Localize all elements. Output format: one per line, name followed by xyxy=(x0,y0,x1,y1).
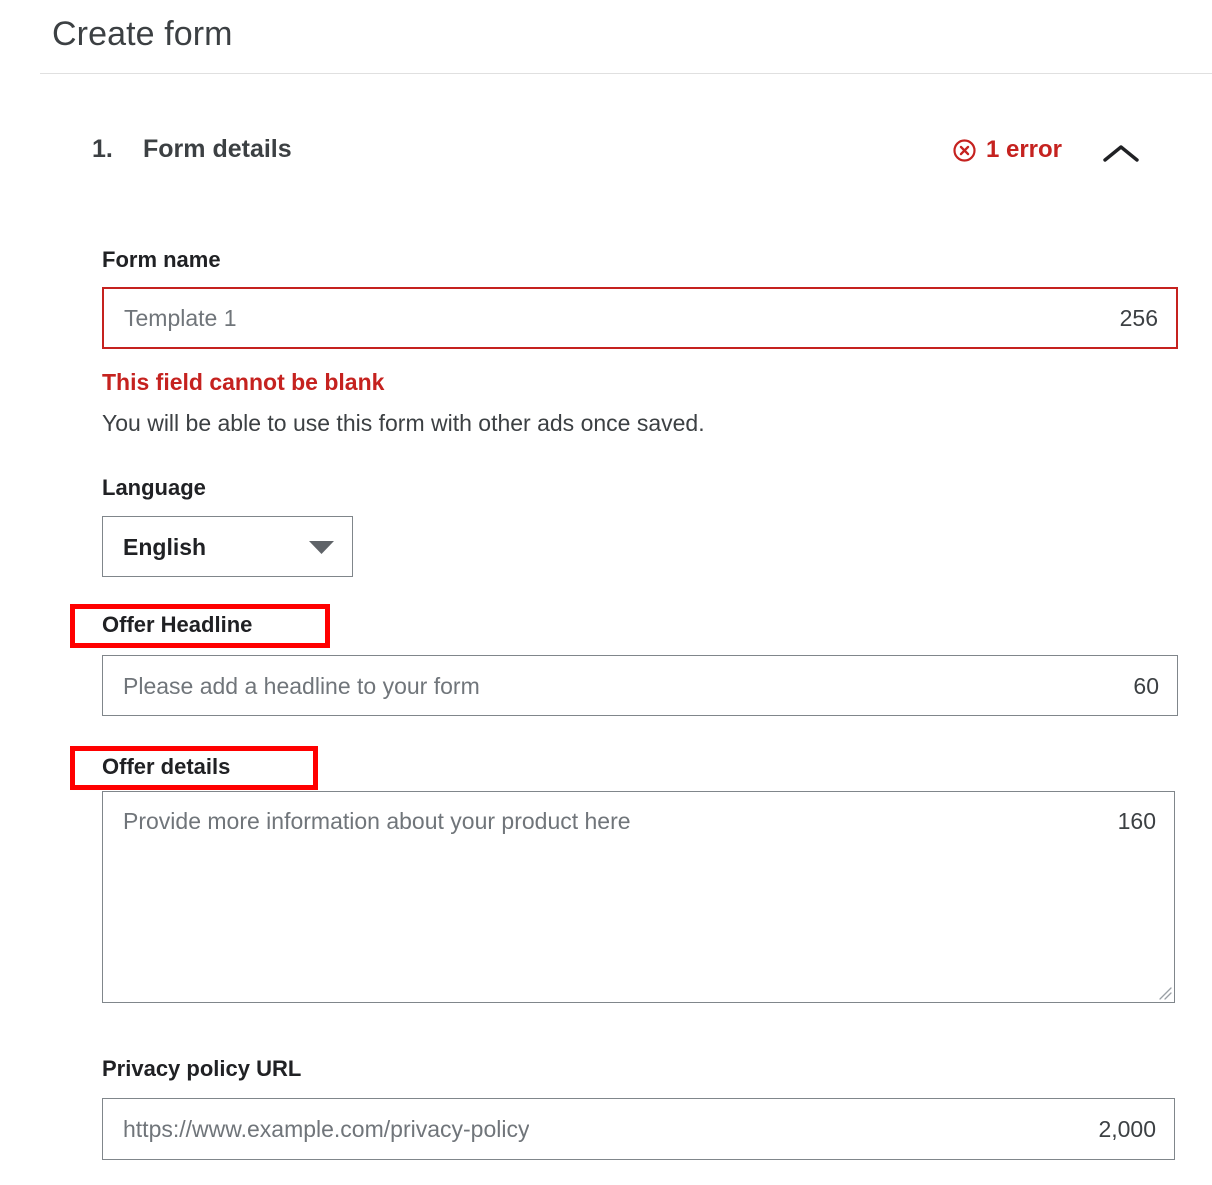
triangle-down-icon xyxy=(308,539,352,555)
section-header-form-details[interactable]: 1. Form details 1 error xyxy=(0,132,1212,178)
status-badge: 1 error xyxy=(952,133,1062,167)
form-name-input[interactable]: Template 1 256 xyxy=(102,287,1178,349)
privacy-policy-url-input[interactable]: https://www.example.com/privacy-policy 2… xyxy=(102,1098,1175,1160)
error-count-label: 1 error xyxy=(985,136,1062,163)
offer-details-textarea[interactable]: Provide more information about your prod… xyxy=(102,791,1175,1003)
form-name-helper-text: You will be able to use this form with o… xyxy=(102,410,705,436)
offer-headline-placeholder: Please add a headline to your form xyxy=(123,672,480,699)
form-name-error-message: This field cannot be blank xyxy=(102,369,385,395)
page-title: Create form xyxy=(52,15,233,53)
offer-details-label: Offer details xyxy=(102,754,231,779)
resize-grip-icon[interactable] xyxy=(1156,984,1172,1000)
form-name-counter: 256 xyxy=(1119,305,1158,331)
offer-headline-input[interactable]: Please add a headline to your form 60 xyxy=(102,655,1178,716)
form-name-placeholder: Template 1 xyxy=(124,305,237,331)
form-name-label: Form name xyxy=(102,247,221,272)
offer-headline-label: Offer Headline xyxy=(102,612,253,637)
page-header: Create form xyxy=(0,0,1212,74)
privacy-policy-url-placeholder: https://www.example.com/privacy-policy xyxy=(123,1116,530,1142)
offer-details-placeholder: Provide more information about your prod… xyxy=(123,808,631,834)
header-divider xyxy=(40,73,1212,74)
error-circle-x-icon xyxy=(952,138,977,163)
offer-details-counter: 160 xyxy=(1117,808,1156,834)
section-index: 1. xyxy=(92,135,113,163)
chevron-up-icon[interactable] xyxy=(1098,140,1144,168)
privacy-policy-url-counter: 2,000 xyxy=(1098,1116,1156,1142)
language-select[interactable]: English xyxy=(102,516,353,577)
privacy-policy-url-label: Privacy policy URL xyxy=(102,1056,302,1081)
offer-headline-counter: 60 xyxy=(1133,672,1159,699)
language-selected-value: English xyxy=(123,533,207,560)
language-label: Language xyxy=(102,475,206,500)
section-title: Form details xyxy=(143,135,292,163)
